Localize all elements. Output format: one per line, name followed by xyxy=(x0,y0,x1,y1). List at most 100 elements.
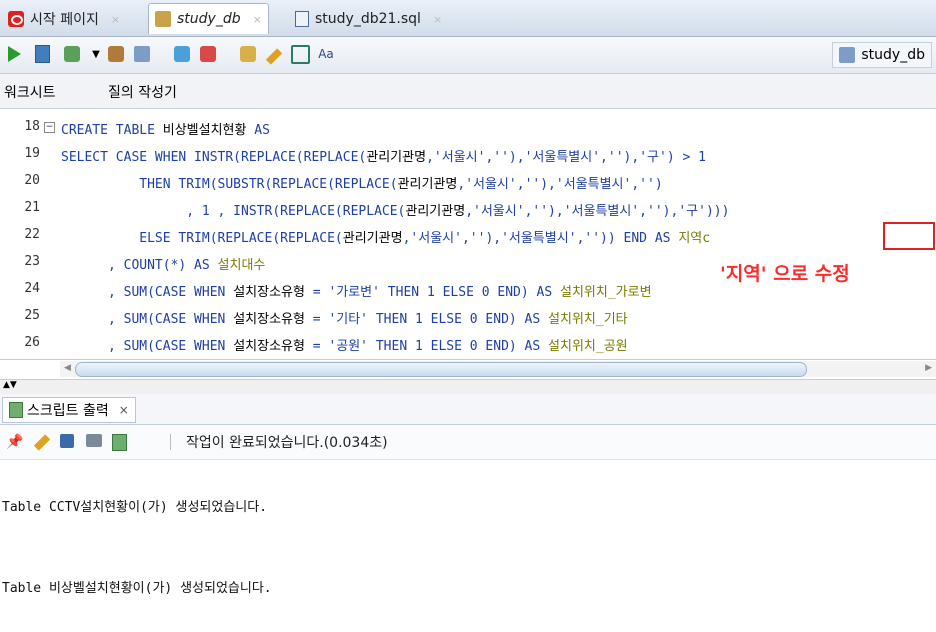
case-icon: Aa xyxy=(318,47,334,61)
annotation-text: '지역' 으로 수정 xyxy=(720,263,850,285)
line-number: 19 xyxy=(24,146,40,161)
code-token: , xyxy=(639,204,647,219)
toolbar-separator xyxy=(170,434,171,450)
line-number: 24 xyxy=(24,281,40,296)
code-token: ))) xyxy=(705,204,730,219)
code-token: 설치위치_기타 xyxy=(548,312,628,327)
tab-study-db21-sql[interactable]: study_db21.sql × xyxy=(289,4,448,34)
close-icon[interactable]: × xyxy=(119,403,129,417)
rollback-button[interactable] xyxy=(106,44,126,64)
explain-icon xyxy=(134,46,150,62)
tab-query-builder[interactable]: 질의 작성기 xyxy=(108,82,177,102)
sql-tuning-button[interactable] xyxy=(198,44,218,64)
code-token: ), xyxy=(662,204,679,219)
code-token: 관리기관명 xyxy=(397,177,458,192)
tab-worksheet[interactable]: 워크시트 xyxy=(4,82,56,102)
clear-output-button[interactable] xyxy=(33,434,51,451)
tab-start-page[interactable]: 시작 페이지 × xyxy=(2,4,126,34)
close-icon[interactable]: × xyxy=(111,13,120,26)
close-icon[interactable]: × xyxy=(253,13,262,26)
fold-toggle-icon[interactable]: − xyxy=(44,122,55,133)
close-icon[interactable]: × xyxy=(433,13,442,26)
code-line-25: , SUM(CASE WHEN 설치장소유형 = '기타' THEN 1 ELS… xyxy=(61,308,628,327)
line-number: 23 xyxy=(24,254,40,269)
run-script-button[interactable] xyxy=(32,44,52,64)
code-token: 관리기관명 xyxy=(405,204,466,219)
code-token: ), xyxy=(623,150,640,165)
code-token: '기타' xyxy=(328,312,369,327)
line-number-gutter: 18 − 19 20 21 22 23 24 25 26 xyxy=(0,109,57,359)
code-token: '서울특별시' xyxy=(524,150,601,165)
commit-dropdown[interactable]: ▼ xyxy=(86,44,106,64)
tab-label: study_db xyxy=(177,11,241,27)
code-token: 설치장소유형 xyxy=(233,285,305,300)
script-output-area[interactable]: Table CCTV설치현황이(가) 생성되었습니다. Table 비상벨설치현… xyxy=(0,460,936,632)
pin-icon: 📌 xyxy=(6,434,24,450)
database-icon xyxy=(155,11,171,27)
history-icon xyxy=(240,46,256,62)
code-token: , 1 , INSTR(REPLACE(REPLACE( xyxy=(61,204,406,219)
pane-splitter[interactable]: ▲▼ xyxy=(0,379,936,395)
case-toggle-button[interactable]: Aa xyxy=(314,44,338,64)
script-icon xyxy=(34,45,50,63)
code-token: '구' xyxy=(678,204,706,219)
sql-editor[interactable]: 18 − 19 20 21 22 23 24 25 26 CREATE TABL… xyxy=(0,109,936,360)
autotrace-button[interactable] xyxy=(172,44,192,64)
print-button[interactable] xyxy=(86,434,102,451)
code-token: ), xyxy=(548,204,564,219)
scroll-left-icon[interactable]: ◀ xyxy=(64,363,71,373)
code-token: '서울시' xyxy=(465,177,517,192)
tab-label: 시작 페이지 xyxy=(30,12,99,28)
code-token: , xyxy=(600,150,608,165)
code-token: ), xyxy=(485,231,502,246)
code-token: ) > 1 xyxy=(666,150,706,165)
pin-button[interactable]: 📌 xyxy=(6,434,23,450)
code-token: , xyxy=(457,177,466,192)
scrollbar-thumb[interactable] xyxy=(75,362,807,377)
line-number: 26 xyxy=(24,335,40,350)
tab-study-db[interactable]: study_db × xyxy=(148,3,269,34)
save-output-button[interactable] xyxy=(60,434,74,452)
code-token: 설치장소유형 xyxy=(233,339,305,354)
format-button[interactable] xyxy=(290,44,310,64)
script-output-icon xyxy=(9,402,23,418)
rollback-icon xyxy=(108,46,124,62)
connection-selector[interactable]: study_db xyxy=(832,42,932,68)
run-statement-button[interactable] xyxy=(4,44,24,64)
code-token: THEN 1 ELSE 0 END) AS xyxy=(368,312,549,327)
line-number: 22 xyxy=(24,227,40,242)
open-file-button[interactable] xyxy=(112,434,127,455)
code-line-26: , SUM(CASE WHEN 설치장소유형 = '공원' THEN 1 ELS… xyxy=(61,335,628,354)
code-line-24: , SUM(CASE WHEN 설치장소유형 = '가로변' THEN 1 EL… xyxy=(61,281,652,300)
eraser-icon xyxy=(33,434,51,451)
tab-script-output[interactable]: 스크립트 출력 × xyxy=(2,397,136,423)
output-tab-bar: 스크립트 출력 × xyxy=(0,394,936,425)
code-token: AS xyxy=(246,123,270,138)
collapse-arrows-icon[interactable]: ▲▼ xyxy=(3,380,17,390)
code-token: , xyxy=(631,177,640,192)
sql-history-button[interactable] xyxy=(238,44,258,64)
connection-label: study_db xyxy=(861,47,925,63)
code-token: ) xyxy=(654,177,663,192)
eraser-icon xyxy=(265,47,283,65)
code-line-18: CREATE TABLE 비상벨설치현황 AS xyxy=(61,119,270,138)
code-token: , xyxy=(465,204,474,219)
code-token: ELSE TRIM(REPLACE(REPLACE( xyxy=(61,231,343,246)
code-token: = xyxy=(304,312,329,327)
database-icon xyxy=(839,47,856,63)
highlight-box xyxy=(883,222,935,250)
code-token: '' xyxy=(469,231,486,246)
code-token: '' xyxy=(647,204,663,219)
code-token: '' xyxy=(532,204,549,219)
code-line-21: , 1 , INSTR(REPLACE(REPLACE(관리기관명,'서울시',… xyxy=(61,200,729,219)
code-token: = xyxy=(304,339,329,354)
print-icon xyxy=(86,434,102,447)
commit-button[interactable] xyxy=(62,44,82,64)
document-tab-bar: 시작 페이지 × study_db × study_db21.sql × xyxy=(0,0,936,37)
scroll-right-icon[interactable]: ▶ xyxy=(925,363,932,373)
code-token: , xyxy=(461,231,470,246)
code-token: '' xyxy=(493,150,509,165)
clear-button[interactable] xyxy=(264,44,284,65)
explain-plan-button[interactable] xyxy=(132,44,152,64)
code-token: '서울시' xyxy=(433,150,486,165)
